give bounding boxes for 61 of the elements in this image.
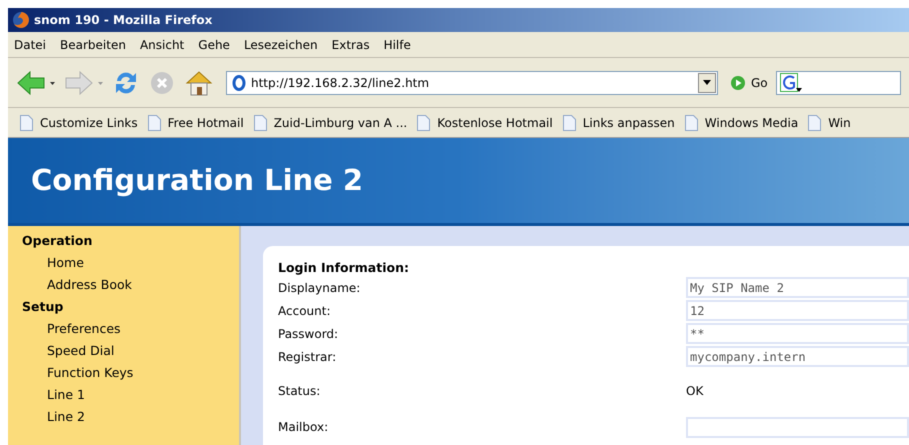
sidebar-link[interactable]: Home xyxy=(22,252,84,274)
field-label: Account: xyxy=(278,302,332,320)
menu-item[interactable]: Bearbeiten xyxy=(60,36,126,54)
address-field[interactable]: http://192.168.2.32/line2.htm xyxy=(226,70,718,94)
text-field[interactable]: ** xyxy=(686,323,909,344)
page-icon xyxy=(232,74,246,90)
document-icon xyxy=(148,114,161,130)
document-icon xyxy=(417,114,430,130)
sidebar-link[interactable]: Line 2 xyxy=(22,406,85,428)
window-title: snom 190 - Mozilla Firefox xyxy=(34,12,212,29)
field-value: My SIP Name 2 xyxy=(690,280,784,296)
sidebar-link[interactable]: Speed Dial xyxy=(22,340,114,362)
search-field[interactable] xyxy=(776,70,901,94)
document-icon xyxy=(684,114,698,130)
field-value: 12 xyxy=(690,302,704,320)
document-icon xyxy=(20,114,33,130)
text-field[interactable]: My SIP Name 2 xyxy=(686,277,909,298)
bookmark-link[interactable]: Zuid-Limburg van A ... xyxy=(274,114,408,132)
menu-item[interactable]: Lesezeichen xyxy=(244,36,318,54)
back-arrow-icon[interactable] xyxy=(16,70,56,96)
bookmark-link[interactable]: Windows Media xyxy=(704,114,798,132)
field-label: Displayname: xyxy=(278,280,362,296)
sidebar-link[interactable]: Preferences xyxy=(22,318,121,340)
page-title: Configuration Line 2 xyxy=(31,162,364,199)
field-label: Mailbox: xyxy=(278,419,330,436)
bookmark-link[interactable]: Win xyxy=(828,114,851,132)
text-field[interactable] xyxy=(686,416,909,438)
menu-item[interactable]: Extras xyxy=(332,36,370,54)
go-button[interactable]: Go xyxy=(730,74,768,92)
status-value: OK xyxy=(686,383,704,400)
home-icon[interactable] xyxy=(184,68,214,96)
bookmark-link[interactable]: Customize Links xyxy=(40,114,138,132)
sidebar-heading: Setup xyxy=(22,298,64,316)
menu-item[interactable]: Gehe xyxy=(198,36,230,54)
play-icon xyxy=(730,74,746,90)
document-icon xyxy=(562,114,576,130)
url-text: http://192.168.2.32/line2.htm xyxy=(251,74,430,92)
field-label: Password: xyxy=(278,326,340,342)
text-field[interactable]: 12 xyxy=(686,300,909,321)
sidebar-heading: Operation xyxy=(22,232,94,250)
dropdown-button[interactable] xyxy=(698,72,716,92)
menu-item[interactable]: Hilfe xyxy=(384,36,411,54)
section-heading: Login Information: xyxy=(278,260,409,276)
sidebar-link[interactable]: Function Keys xyxy=(22,362,134,384)
menu-item[interactable]: Ansicht xyxy=(140,36,184,54)
field-label: Status: xyxy=(278,383,322,400)
text-field[interactable]: mycompany.intern xyxy=(686,346,909,367)
document-icon xyxy=(254,114,267,130)
field-label: Registrar: xyxy=(278,348,338,366)
search-engine-icon xyxy=(780,72,802,92)
document-icon xyxy=(808,114,822,130)
browser-logo-icon xyxy=(12,11,30,29)
bookmark-link[interactable]: Links anpassen xyxy=(582,114,675,132)
field-value: mycompany.intern xyxy=(690,348,806,366)
bookmark-link[interactable]: Free Hotmail xyxy=(168,114,244,132)
sidebar-link[interactable]: Line 1 xyxy=(22,384,85,406)
sidebar-link[interactable]: Address Book xyxy=(22,274,132,296)
caret-icon xyxy=(703,80,711,85)
field-value: ** xyxy=(690,326,704,342)
bookmark-link[interactable]: Kostenlose Hotmail xyxy=(437,114,553,132)
menu-item[interactable]: Datei xyxy=(14,36,46,54)
